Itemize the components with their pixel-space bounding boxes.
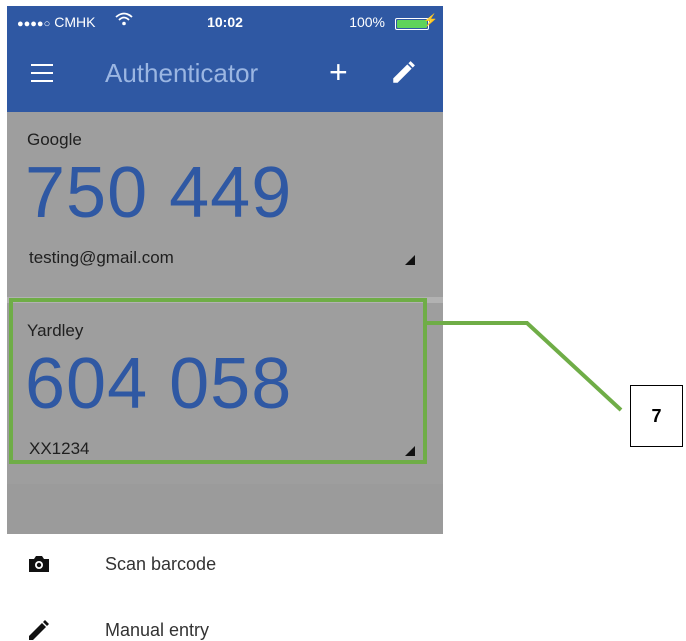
callout-number: 7 xyxy=(630,385,683,447)
callout-leader-line xyxy=(425,321,623,412)
